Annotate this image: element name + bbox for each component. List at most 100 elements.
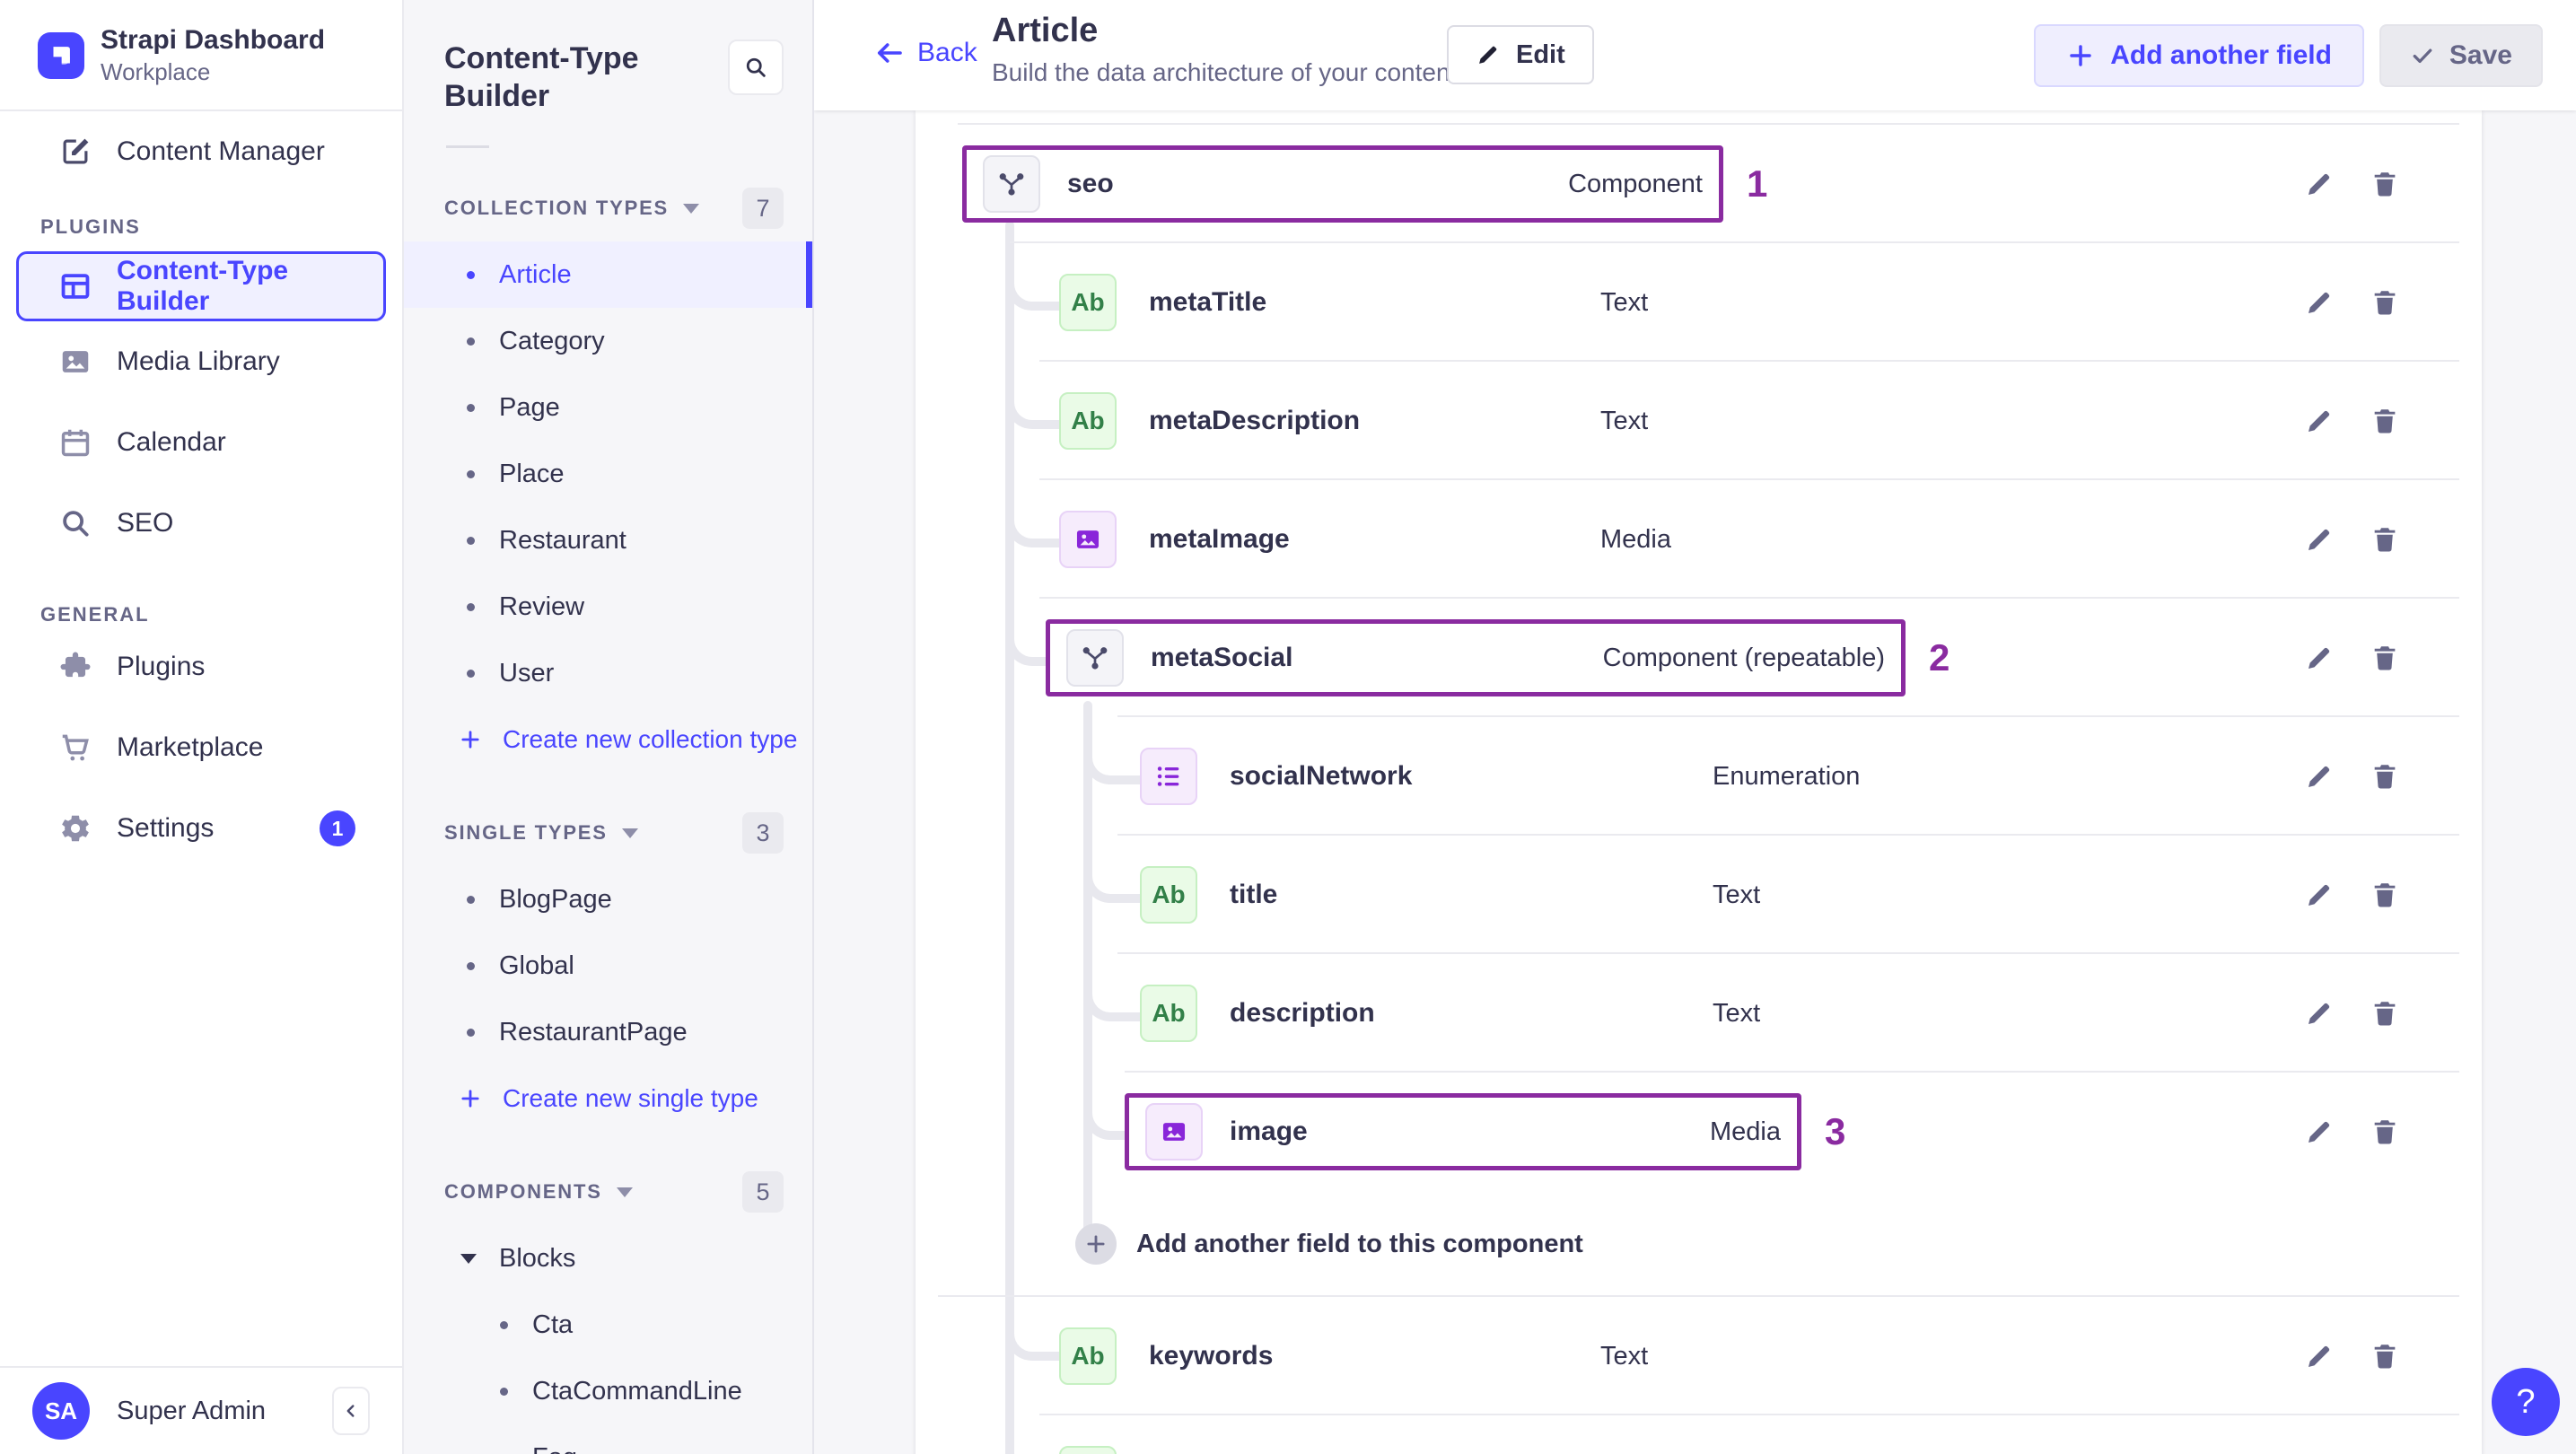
- edit-field-button[interactable]: [2300, 1336, 2339, 1376]
- field-row-metatitle[interactable]: Ab metaTitle Text: [916, 243, 2482, 362]
- add-another-field-button[interactable]: Add another field: [2034, 24, 2364, 87]
- collection-type-category[interactable]: Category: [404, 308, 812, 374]
- cart-icon: [56, 728, 95, 767]
- edit-button[interactable]: Edit: [1447, 25, 1594, 84]
- edit-field-button[interactable]: [2300, 638, 2339, 678]
- search-button[interactable]: [728, 39, 784, 95]
- component-cta[interactable]: Cta: [404, 1292, 812, 1358]
- collection-types-header[interactable]: COLLECTION TYPES 7: [444, 188, 784, 229]
- sidebar-item-settings[interactable]: Settings 1: [0, 788, 402, 869]
- field-row-title[interactable]: Ab title Text: [916, 836, 2482, 954]
- sidebar-item-plugins[interactable]: Plugins: [0, 626, 402, 707]
- component-ctacommandline[interactable]: CtaCommandLine: [404, 1358, 812, 1424]
- media-library-icon: [56, 342, 95, 381]
- row-actions: [2300, 401, 2405, 441]
- sidebar-item-marketplace[interactable]: Marketplace: [0, 707, 402, 788]
- component-group-blocks[interactable]: Blocks: [404, 1225, 812, 1292]
- user-account-row: SA Super Admin: [0, 1366, 402, 1454]
- collapse-sidebar-button[interactable]: [332, 1387, 370, 1435]
- field-row-metadescription[interactable]: Ab metaDescription Text: [916, 362, 2482, 480]
- edit-field-button[interactable]: [2300, 164, 2339, 204]
- bullet-icon: [467, 1028, 475, 1037]
- plus-circle-button[interactable]: [1075, 1223, 1117, 1265]
- sidebar-item-content-manager[interactable]: Content Manager: [0, 111, 402, 192]
- delete-field-button[interactable]: [2365, 401, 2405, 441]
- delete-field-button[interactable]: [2365, 875, 2405, 915]
- edit-field-button[interactable]: [2300, 757, 2339, 796]
- text-field-icon: Ab: [1059, 392, 1117, 450]
- builder-sidebar: Content-Type Builder COLLECTION TYPES 7 …: [404, 0, 814, 1454]
- edit-field-button[interactable]: [2300, 1112, 2339, 1152]
- collection-type-article[interactable]: Article: [404, 241, 812, 308]
- collection-type-review[interactable]: Review: [404, 574, 812, 640]
- sidebar-item-media-library[interactable]: Media Library: [0, 321, 402, 402]
- trash-icon: [2374, 765, 2396, 789]
- collection-type-restaurant[interactable]: Restaurant: [404, 507, 812, 574]
- field-row-metarobots[interactable]: Ab metaRobots Text: [916, 1415, 2482, 1454]
- edit-field-button[interactable]: [2300, 520, 2339, 559]
- edit-field-button[interactable]: [2300, 875, 2339, 915]
- delete-field-button[interactable]: [2365, 164, 2405, 204]
- annotation-highlight-box: metaSocial Component (repeatable): [1046, 619, 1906, 696]
- text-field-icon: Ab: [1059, 1446, 1117, 1454]
- media-field-icon: [1145, 1103, 1203, 1161]
- single-types-header[interactable]: SINGLE TYPES 3: [444, 812, 784, 854]
- sidebar-item-content-type-builder[interactable]: Content-Type Builder: [16, 251, 386, 321]
- collection-types-count-badge: 7: [742, 188, 784, 229]
- sidebar-item-label: Content-Type Builder: [117, 256, 289, 316]
- add-field-to-component-row[interactable]: Add another field to this component: [916, 1191, 2482, 1297]
- pencil-icon: [2308, 1003, 2330, 1025]
- delete-field-button[interactable]: [2365, 638, 2405, 678]
- bullet-icon: [467, 602, 475, 611]
- create-single-type-link[interactable]: Create new single type: [404, 1065, 812, 1132]
- sidebar-item-seo[interactable]: SEO: [0, 483, 402, 564]
- delete-field-button[interactable]: [2365, 757, 2405, 796]
- components-header[interactable]: COMPONENTS 5: [444, 1171, 784, 1213]
- collection-type-place[interactable]: Place: [404, 441, 812, 507]
- section-label: COMPONENTS: [444, 1180, 602, 1203]
- back-link[interactable]: Back: [873, 37, 977, 69]
- field-row-description[interactable]: Ab description Text: [916, 954, 2482, 1073]
- bullet-icon: [467, 669, 475, 678]
- content-manager-icon: [56, 132, 95, 171]
- edit-field-button[interactable]: [2300, 283, 2339, 322]
- delete-field-button[interactable]: [2365, 1112, 2405, 1152]
- edit-field-button[interactable]: [2300, 994, 2339, 1033]
- content-type-builder-icon: [56, 267, 95, 306]
- collection-type-page[interactable]: Page: [404, 374, 812, 441]
- field-row-socialnetwork[interactable]: socialNetwork Enumeration: [916, 717, 2482, 836]
- field-row-metaimage[interactable]: metaImage Media: [916, 480, 2482, 599]
- component-faq[interactable]: Faq: [404, 1424, 812, 1454]
- help-button[interactable]: ?: [2492, 1368, 2560, 1436]
- single-type-restaurantpage[interactable]: RestaurantPage: [404, 999, 812, 1065]
- single-type-blogpage[interactable]: BlogPage: [404, 866, 812, 933]
- save-button[interactable]: Save: [2379, 24, 2543, 87]
- delete-field-button[interactable]: [2365, 994, 2405, 1033]
- bullet-icon: [467, 337, 475, 346]
- collection-type-user[interactable]: User: [404, 640, 812, 706]
- edit-field-button[interactable]: [2300, 401, 2339, 441]
- field-row-seo[interactable]: seo Component 1: [916, 125, 2482, 243]
- delete-field-button[interactable]: [2365, 283, 2405, 322]
- bullet-icon: [467, 469, 475, 478]
- bullet-icon: [500, 1320, 508, 1329]
- field-row-metasocial[interactable]: metaSocial Component (repeatable) 2: [916, 599, 2482, 717]
- main-sidebar: Strapi Dashboard Workplace Content Manag…: [0, 0, 404, 1454]
- field-row-keywords[interactable]: Ab keywords Text: [916, 1297, 2482, 1415]
- delete-field-button[interactable]: [2365, 1336, 2405, 1376]
- pencil-icon: [2308, 766, 2330, 788]
- avatar[interactable]: SA: [32, 1382, 90, 1440]
- trash-icon: [2374, 646, 2396, 670]
- sidebar-item-label: Media Library: [117, 346, 280, 376]
- pencil-icon: [2308, 647, 2330, 670]
- bullet-icon: [467, 961, 475, 970]
- bullet-icon: [467, 895, 475, 904]
- trash-icon: [2374, 1345, 2396, 1369]
- delete-field-button[interactable]: [2365, 520, 2405, 559]
- workspace-brand[interactable]: Strapi Dashboard Workplace: [0, 0, 402, 111]
- chevron-down-icon: [683, 203, 700, 214]
- sidebar-item-calendar[interactable]: Calendar: [0, 402, 402, 483]
- field-row-image[interactable]: image Media 3: [916, 1073, 2482, 1191]
- create-collection-type-link[interactable]: Create new collection type: [404, 706, 812, 773]
- single-type-global[interactable]: Global: [404, 933, 812, 999]
